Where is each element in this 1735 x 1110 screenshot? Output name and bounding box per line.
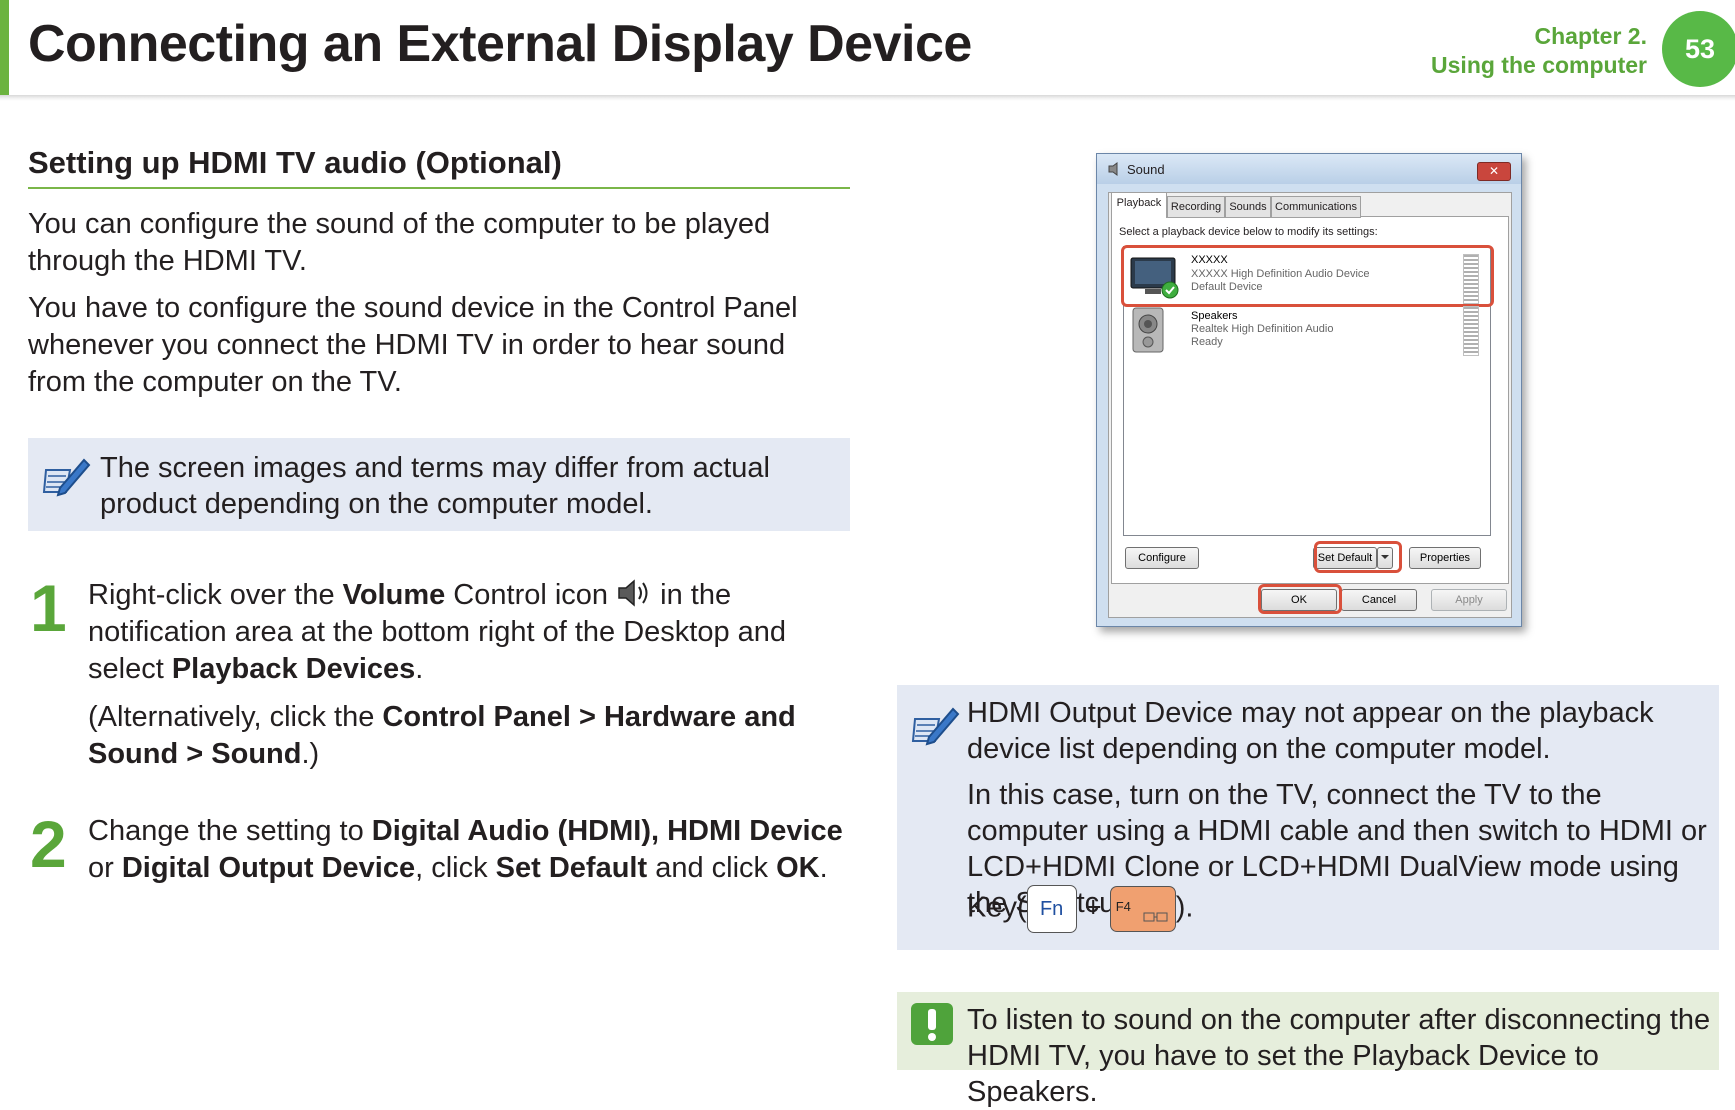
speakers-icon — [1132, 307, 1164, 353]
step-text-run: and click — [647, 852, 777, 884]
step-bold-run: OK — [776, 852, 820, 884]
chapter-number: Chapter 2. — [1534, 23, 1647, 49]
section-divider — [28, 187, 850, 189]
pencil-note-icon — [42, 458, 91, 497]
note-text: The screen images and terms may differ f… — [100, 452, 770, 520]
intro-paragraph-1: You can configure the sound of the compu… — [28, 208, 771, 277]
device-status: Ready — [1191, 336, 1223, 348]
note-box: HDMI Output Device may not appear on the… — [897, 685, 1719, 950]
sound-dialog: Sound ✕ Playback Recording Sounds Commun… — [1096, 153, 1522, 627]
properties-button[interactable]: Properties — [1409, 547, 1481, 569]
pencil-note-icon — [911, 707, 960, 746]
f4-key: F4 — [1109, 886, 1176, 932]
chapter-subtitle: Using the computer — [1431, 52, 1647, 78]
step-text-run: or — [88, 852, 122, 884]
volume-icon — [618, 579, 648, 607]
close-button[interactable]: ✕ — [1477, 162, 1511, 181]
page-number-badge: 53 — [1662, 11, 1735, 87]
step-bold-run: Playback Devices — [171, 653, 416, 685]
page-title: Connecting an External Display Device — [28, 15, 972, 73]
step-text-run: Control icon — [445, 579, 617, 611]
note-text: HDMI Output Device may not appear on the… — [967, 697, 1654, 765]
display-switch-icon — [1143, 912, 1168, 922]
dialog-title: Sound — [1127, 162, 1165, 177]
step-bold-run: Digital Output Device — [121, 852, 416, 884]
step-text-run: . — [819, 852, 828, 884]
caution-text: To listen to sound on the computer after… — [967, 1004, 1711, 1108]
tab-communications[interactable]: Communications — [1271, 196, 1361, 218]
step-number: 1 — [30, 571, 67, 645]
step-1-alternative: (Alternatively, click the Control Panel … — [88, 699, 848, 773]
device-name: Speakers — [1191, 310, 1238, 322]
device-row-speakers[interactable]: Speakers Realtek High Definition Audio R… — [1127, 306, 1485, 360]
step-text-run: (Alternatively, click the — [88, 701, 383, 733]
highlight-set-default — [1314, 541, 1402, 573]
exclamation-glyph — [928, 1009, 936, 1041]
apply-button[interactable]: Apply — [1431, 589, 1507, 611]
step-bold-run: Digital Audio (HDMI), HDMI Device — [371, 815, 843, 847]
step-bold-run: > — [178, 738, 212, 770]
exclamation-icon — [911, 1003, 953, 1045]
note-text-run: + — [1084, 891, 1102, 924]
step-bold-run: Sound — [211, 738, 302, 770]
highlight-ok — [1258, 584, 1342, 614]
note-text-run: Key( — [967, 891, 1027, 924]
step-text-run: .) — [301, 738, 320, 770]
device-description: Realtek High Definition Audio — [1191, 323, 1334, 335]
note-text-run: ). — [1175, 891, 1194, 924]
note-box: The screen images and terms may differ f… — [28, 438, 850, 531]
tab-recording[interactable]: Recording — [1167, 196, 1225, 218]
intro-paragraph-2: You have to configure the sound device i… — [28, 292, 798, 398]
dialog-instruction: Select a playback device below to modify… — [1119, 226, 1378, 238]
step-2-text: Change the setting to Digital Audio (HDM… — [88, 813, 848, 887]
level-meter — [1463, 306, 1479, 356]
tab-sounds[interactable]: Sounds — [1225, 196, 1271, 218]
tab-playback[interactable]: Playback — [1111, 192, 1167, 218]
speaker-icon — [1108, 162, 1118, 176]
f4-key-label: F4 — [1115, 899, 1131, 914]
shortcut-key-line: Key(Fn + F4). — [967, 885, 1193, 933]
cancel-button[interactable]: Cancel — [1341, 589, 1417, 611]
fn-key: Fn — [1026, 885, 1077, 933]
header-divider — [0, 95, 1735, 101]
step-bold-run: Control Panel — [382, 701, 571, 733]
step-text-run: . — [415, 653, 424, 685]
step-text-run: Right-click over the — [88, 579, 343, 611]
header-accent-bar — [0, 0, 9, 96]
step-number: 2 — [30, 807, 67, 881]
configure-button[interactable]: Configure — [1125, 547, 1199, 569]
step-bold-run: Set Default — [495, 852, 648, 884]
step-bold-run: > — [570, 701, 604, 733]
step-bold-run: Volume — [342, 579, 446, 611]
step-1-text: Right-click over the Volume Control icon… — [88, 577, 848, 688]
chapter-label: Chapter 2. Using the computer — [1431, 22, 1647, 80]
section-heading: Setting up HDMI TV audio (Optional) — [28, 145, 562, 180]
step-text-run: Change the setting to — [88, 815, 372, 847]
step-text-run: , click — [415, 852, 496, 884]
highlight-default-device — [1121, 245, 1494, 307]
